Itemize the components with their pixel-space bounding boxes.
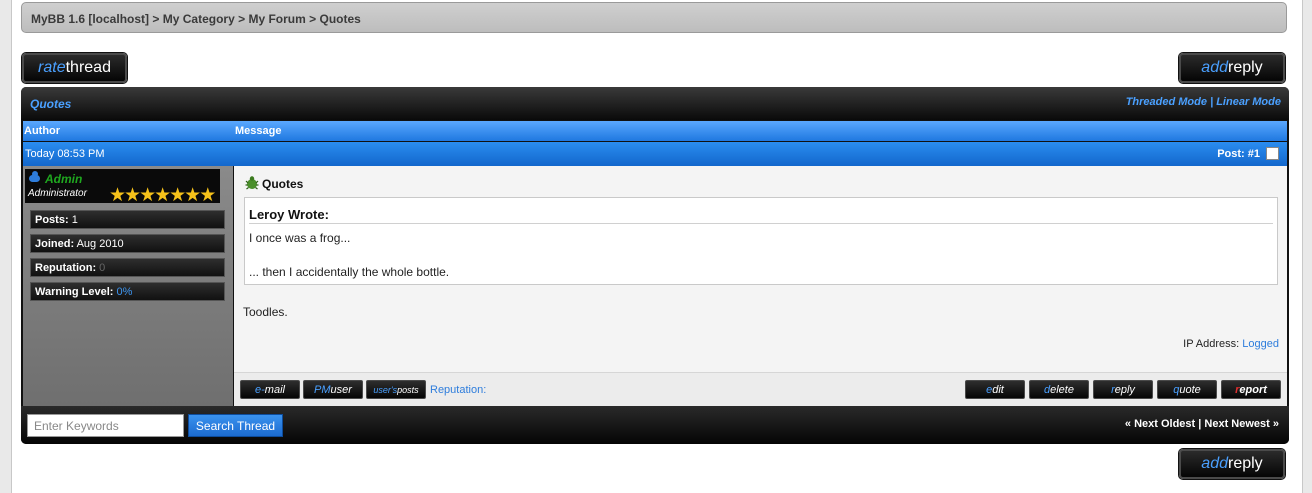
ip-logged-link[interactable]: Logged	[1242, 338, 1279, 350]
post-number-link[interactable]: Post: #1	[1217, 148, 1260, 160]
post-subject: Quotes	[262, 177, 304, 191]
add-reply-prefix: add	[1201, 59, 1228, 76]
stat-label: Warning Level:	[35, 286, 114, 298]
email-button-suffix: mail	[264, 383, 285, 396]
email-button[interactable]: e-mail	[240, 380, 300, 399]
thread-navigation: « Next Oldest | Next Newest »	[1125, 418, 1279, 430]
post-body: Toodles.	[243, 305, 288, 319]
reply-button[interactable]: r eply	[1093, 380, 1153, 399]
breadcrumb-separator: >	[238, 12, 246, 26]
add-reply-prefix: add	[1201, 455, 1228, 472]
author-column: Admin Administrator ★★★★★★★ Posts: 1 Joi…	[23, 166, 233, 406]
quote-header: Leroy Wrote:	[249, 207, 329, 222]
post-select-checkbox[interactable]	[1266, 147, 1279, 160]
thread-header: Quotes Threaded Mode | Linear Mode	[21, 87, 1289, 120]
nav-separator: |	[1198, 418, 1202, 430]
email-button-prefix: e-	[255, 383, 265, 396]
breadcrumb-item-category[interactable]: My Category	[163, 12, 235, 26]
thread-panel: Quotes Threaded Mode | Linear Mode Autho…	[21, 87, 1289, 444]
author-role: Administrator	[28, 188, 87, 199]
post-button-bar: e-mail PM user user's posts Reputation: ed…	[234, 372, 1287, 407]
rate-thread-suffix: thread	[65, 59, 111, 76]
add-reply-button-bottom[interactable]: add reply	[1179, 449, 1285, 479]
pm-button-prefix: PM	[314, 383, 331, 396]
pm-button-suffix: user	[330, 383, 352, 396]
user-card: Admin Administrator ★★★★★★★	[25, 169, 220, 206]
edit-button-suffix: dit	[992, 383, 1004, 396]
delete-button-suffix: elete	[1050, 383, 1074, 396]
stat-label: Reputation:	[35, 262, 97, 274]
next-newest-link[interactable]: Next Newest »	[1204, 418, 1279, 430]
posts-button-prefix: user's	[373, 384, 398, 395]
rate-thread-button[interactable]: rate thread	[22, 53, 127, 83]
message-column-label: Message	[235, 125, 282, 137]
breadcrumb-separator: >	[309, 12, 317, 26]
stat-posts: Posts: 1	[30, 210, 225, 229]
rate-thread-prefix: rate	[38, 59, 66, 76]
quote-line: I once was a frog...	[249, 231, 351, 245]
breadcrumb-item-current: Quotes	[319, 12, 361, 26]
report-button-suffix: eport	[1239, 383, 1267, 396]
post-date-bar: Today 08:53 PM Post: #1	[23, 142, 1287, 166]
linear-mode-link[interactable]: Linear Mode	[1216, 96, 1281, 108]
post-icon	[245, 176, 259, 190]
posts-button-suffix: posts	[397, 384, 419, 395]
report-button[interactable]: r eport	[1221, 380, 1281, 399]
quote-button[interactable]: q uote	[1157, 380, 1217, 399]
breadcrumb-separator: >	[152, 12, 160, 26]
quote-divider	[249, 223, 1273, 224]
stat-value: 1	[71, 214, 78, 226]
post-date: Today 08:53 PM	[25, 148, 105, 160]
stat-value[interactable]: 0%	[117, 286, 133, 298]
reputation-link[interactable]: Reputation:	[430, 384, 486, 396]
threaded-mode-link[interactable]: Threaded Mode	[1126, 96, 1207, 108]
ip-label: IP Address:	[1183, 338, 1240, 350]
quote-line: ... then I accidentally the whole bottle…	[249, 265, 450, 279]
breadcrumb-item-board[interactable]: MyBB 1.6 [localhost]	[31, 12, 149, 26]
column-header: Author Message	[23, 121, 1287, 141]
next-oldest-link[interactable]: « Next Oldest	[1125, 418, 1195, 430]
quote-block: Leroy Wrote: I once was a frog... ... th…	[244, 197, 1278, 285]
thread-title: Quotes	[30, 97, 72, 111]
search-thread-button[interactable]: Search Thread	[188, 414, 283, 437]
online-status-icon	[29, 171, 40, 182]
author-column-label: Author	[24, 125, 61, 137]
quote-button-suffix: uote	[1179, 383, 1201, 396]
stat-joined: Joined: Aug 2010	[30, 234, 225, 253]
message-column: Quotes Leroy Wrote: I once was a frog...…	[234, 166, 1287, 407]
view-modes: Threaded Mode | Linear Mode	[1126, 96, 1281, 108]
stat-value: Aug 2010	[76, 238, 124, 250]
stat-label: Posts:	[35, 214, 69, 226]
add-reply-suffix: reply	[1228, 455, 1263, 472]
stat-reputation: Reputation: 0	[30, 258, 225, 277]
ip-address: IP Address: Logged	[1183, 338, 1279, 350]
stat-label: Joined:	[35, 238, 75, 250]
search-input[interactable]	[27, 414, 184, 437]
thread-footer: Search Thread « Next Oldest | Next Newes…	[21, 406, 1289, 444]
stat-warning-level: Warning Level: 0%	[30, 282, 225, 301]
delete-button[interactable]: d elete	[1029, 380, 1089, 399]
add-reply-button-top[interactable]: add reply	[1179, 53, 1285, 83]
stat-value[interactable]: 0	[99, 262, 105, 274]
add-reply-suffix: reply	[1228, 59, 1263, 76]
reply-button-suffix: eply	[1114, 383, 1135, 396]
user-posts-button[interactable]: user's posts	[366, 380, 426, 399]
mode-separator: |	[1210, 96, 1214, 108]
edit-button[interactable]: e dit	[965, 380, 1025, 399]
rank-stars-icon: ★★★★★★★	[109, 185, 216, 206]
breadcrumb: MyBB 1.6 [localhost] > My Category > My …	[21, 2, 1287, 33]
breadcrumb-item-forum[interactable]: My Forum	[248, 12, 305, 26]
pm-user-button[interactable]: PM user	[303, 380, 363, 399]
author-name[interactable]: Admin	[45, 172, 82, 186]
